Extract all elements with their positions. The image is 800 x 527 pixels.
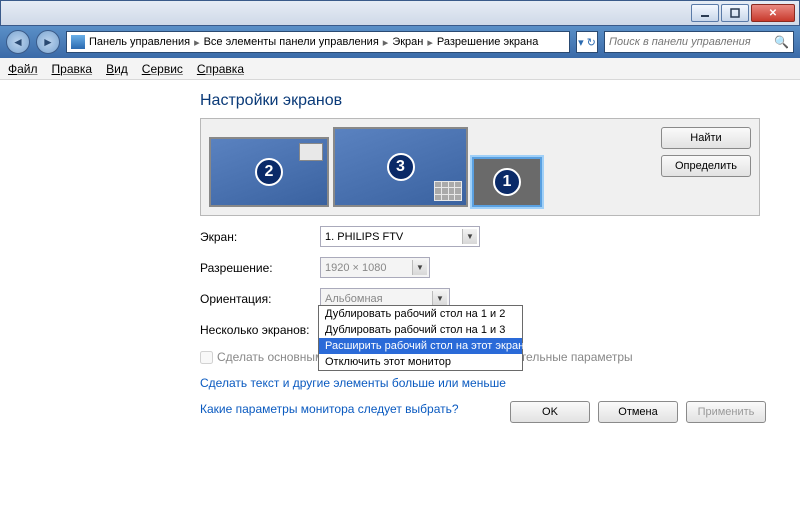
apply-button: Применить — [686, 401, 766, 423]
dropdown-option-dup12[interactable]: Дублировать рабочий стол на 1 и 2 — [319, 306, 522, 322]
multiple-label: Несколько экранов: — [200, 323, 320, 337]
dropdown-option-dup13[interactable]: Дублировать рабочий стол на 1 и 3 — [319, 322, 522, 338]
dropdown-option-extend[interactable]: Расширить рабочий стол на этот экран — [319, 338, 522, 354]
search-input[interactable] — [609, 36, 774, 48]
maximize-button[interactable] — [721, 4, 749, 22]
back-button[interactable]: ◄ — [6, 30, 30, 54]
breadcrumb[interactable]: Панель управления▸ Все элементы панели у… — [66, 31, 570, 53]
chevron-down-icon: ▼ — [432, 291, 447, 306]
monitor-number: 3 — [387, 153, 415, 181]
minimize-button[interactable] — [691, 4, 719, 22]
menu-edit[interactable]: Правка — [52, 62, 93, 76]
screen-label: Экран: — [200, 230, 320, 244]
breadcrumb-item[interactable]: Экран — [392, 36, 423, 48]
screen-select[interactable]: 1. PHILIPS FTV▼ — [320, 226, 480, 247]
monitor-3[interactable]: 3 — [333, 127, 468, 207]
close-button[interactable]: ✕ — [751, 4, 795, 22]
menu-help[interactable]: Справка — [197, 62, 244, 76]
dialog-buttons: OK Отмена Применить — [510, 401, 766, 423]
monitor-2[interactable]: 2 — [209, 137, 329, 207]
menu-service[interactable]: Сервис — [142, 62, 183, 76]
menu-file[interactable]: Файл — [8, 62, 38, 76]
menu-bar: Файл Правка Вид Сервис Справка — [0, 58, 800, 80]
make-primary-checkbox — [200, 351, 213, 364]
monitor-1[interactable]: 1 — [472, 157, 542, 207]
dropdown-option-disable[interactable]: Отключить этот монитор — [319, 354, 522, 370]
page-title: Настройки экранов — [200, 92, 790, 110]
cancel-button[interactable]: Отмена — [598, 401, 678, 423]
breadcrumb-item[interactable]: Разрешение экрана — [437, 36, 538, 48]
control-panel-icon — [71, 35, 85, 49]
ok-button[interactable]: OK — [510, 401, 590, 423]
grid-icon — [434, 181, 462, 201]
monitor-number: 2 — [255, 158, 283, 186]
find-button[interactable]: Найти — [661, 127, 751, 149]
window-titlebar: ✕ — [0, 0, 800, 26]
resolution-label: Разрешение: — [200, 261, 320, 275]
text-size-link[interactable]: Сделать текст и другие элементы больше и… — [200, 376, 790, 390]
chevron-down-icon: ▼ — [462, 229, 477, 244]
orientation-label: Ориентация: — [200, 292, 320, 306]
search-icon: 🔍 — [774, 35, 789, 49]
address-bar: ◄ ► Панель управления▸ Все элементы пане… — [0, 26, 800, 58]
monitor-preview: 2 3 1 Найти Определить — [200, 118, 760, 216]
content-area: Настройки экранов 2 3 1 Найти Определить… — [0, 80, 800, 426]
chevron-down-icon: ▼ — [412, 260, 427, 275]
window-icon — [299, 143, 323, 161]
search-box[interactable]: 🔍 — [604, 31, 794, 53]
breadcrumb-item[interactable]: Все элементы панели управления — [204, 36, 379, 48]
menu-view[interactable]: Вид — [106, 62, 128, 76]
breadcrumb-item[interactable]: Панель управления — [89, 36, 190, 48]
multiple-screens-dropdown[interactable]: Дублировать рабочий стол на 1 и 2 Дублир… — [318, 305, 523, 371]
refresh-button[interactable]: ▾ ↻ — [576, 31, 598, 53]
detect-button[interactable]: Определить — [661, 155, 751, 177]
resolution-select: 1920 × 1080▼ — [320, 257, 430, 278]
monitor-number: 1 — [493, 168, 521, 196]
forward-button[interactable]: ► — [36, 30, 60, 54]
